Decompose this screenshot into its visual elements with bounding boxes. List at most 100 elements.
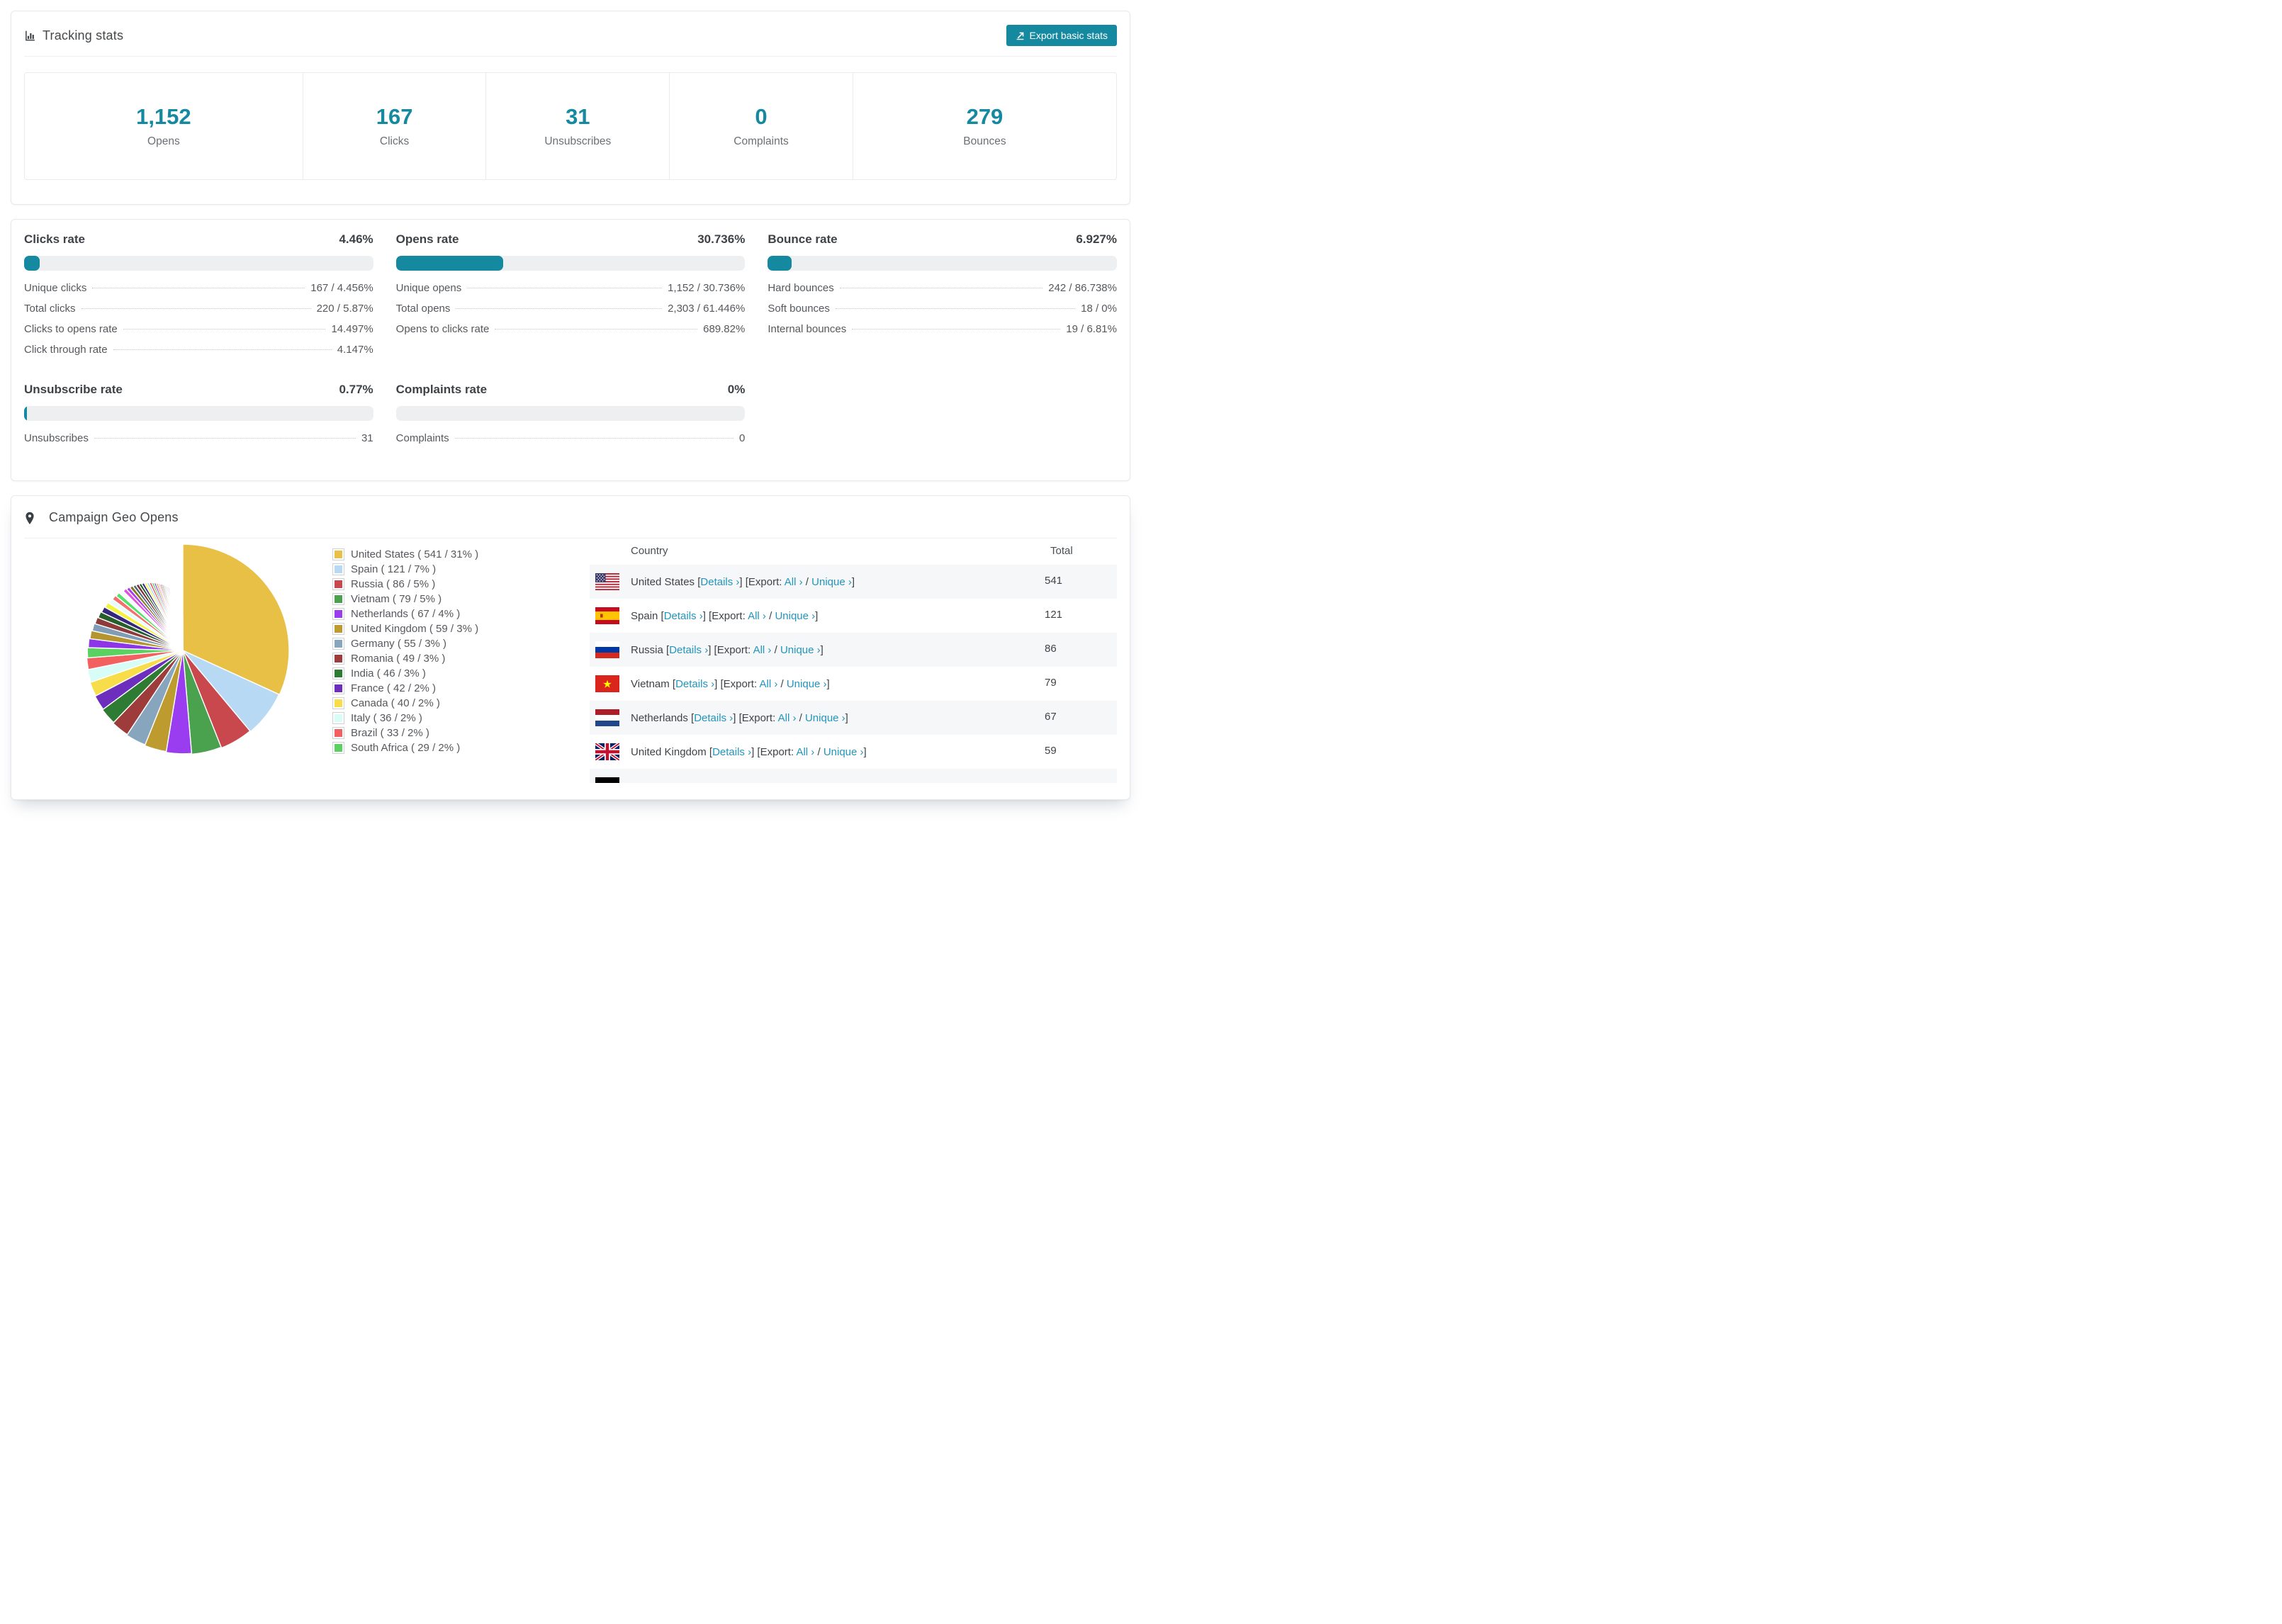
total-cell: 67 xyxy=(1045,711,1057,723)
rate-detail-label: Unsubscribes xyxy=(24,432,89,444)
legend-swatch xyxy=(332,667,344,680)
geo-pie-chart xyxy=(24,538,322,764)
export-unique-link[interactable]: Unique › xyxy=(805,712,845,724)
legend-label: Italy ( 36 / 2% ) xyxy=(351,712,422,724)
total-cell: 59 xyxy=(1045,745,1057,757)
campaign-geo-opens-card: Campaign Geo Opens United States ( 541 /… xyxy=(11,495,1130,800)
rate-title: Unsubscribe rate xyxy=(24,383,123,396)
total-column-header: Total xyxy=(1050,545,1073,557)
summary-stats-row: 1,152 Opens 167 Clicks 31 Unsubscribes 0 Compla… xyxy=(24,72,1117,180)
rate-detail-value: 14.497% xyxy=(331,323,373,335)
rate-detail-row: Clicks to opens rate 14.497% xyxy=(24,323,373,344)
rate-detail-row: Internal bounces 19 / 6.81% xyxy=(768,323,1117,344)
rate-detail-label: Opens to clicks rate xyxy=(395,323,490,335)
rate-detail-row: Opens to clicks rate 689.82% xyxy=(396,323,746,344)
legend-swatch xyxy=(332,712,344,724)
table-row xyxy=(590,769,1117,783)
dotted-leader xyxy=(94,438,356,439)
legend-label: Germany ( 55 / 3% ) xyxy=(351,638,447,650)
rate-progress-fill xyxy=(395,256,504,271)
export-all-link[interactable]: All › xyxy=(759,678,777,690)
legend-item: United States ( 541 / 31% ) xyxy=(332,547,573,562)
rate-progress-fill xyxy=(24,256,40,271)
rate-progress-track xyxy=(768,256,1117,271)
rate-detail-value: 689.82% xyxy=(703,323,746,335)
country-cell: Russia [Details ›] [Export: All › / Uniq… xyxy=(631,643,824,656)
legend-label: Romania ( 49 / 3% ) xyxy=(351,653,446,665)
details-link[interactable]: Details › xyxy=(694,712,733,724)
geo-legend: United States ( 541 / 31% ) Spain ( 121 /… xyxy=(332,547,573,755)
flag-de-icon xyxy=(595,777,619,783)
export-all-link[interactable]: All › xyxy=(785,576,803,588)
rate-detail-value: 167 / 4.456% xyxy=(310,282,373,294)
export-unique-link[interactable]: Unique › xyxy=(780,644,821,656)
rate-detail-row: Unique clicks 167 / 4.456% xyxy=(24,282,373,303)
rate-value: 30.736% xyxy=(697,232,746,246)
rates-empty-cell xyxy=(768,383,1117,453)
rate-title: Bounce rate xyxy=(768,232,838,246)
legend-swatch xyxy=(332,563,344,575)
export-unique-link[interactable]: Unique › xyxy=(811,576,852,588)
rate-progress-track xyxy=(395,256,746,271)
rate-detail-row: Unsubscribes 31 xyxy=(24,432,373,453)
details-link[interactable]: Details › xyxy=(712,746,751,758)
flag-es-icon xyxy=(595,607,619,624)
export-all-link[interactable]: All › xyxy=(748,610,766,622)
export-all-link[interactable]: All › xyxy=(778,712,797,724)
rate-detail-label: Total clicks xyxy=(24,303,76,315)
legend-label: Canada ( 40 / 2% ) xyxy=(351,697,440,709)
rate-detail-row: Hard bounces 242 / 86.738% xyxy=(768,282,1117,303)
legend-label: Netherlands ( 67 / 4% ) xyxy=(351,608,461,620)
rate-progress-track xyxy=(395,406,746,421)
svg-text:★: ★ xyxy=(602,679,612,691)
rate-title: Clicks rate xyxy=(24,232,85,246)
legend-swatch xyxy=(332,578,344,590)
export-unique-link[interactable]: Unique › xyxy=(787,678,827,690)
summary-cell-bounces: 279 Bounces xyxy=(853,73,1116,179)
details-link[interactable]: Details › xyxy=(675,678,714,690)
legend-label: France ( 42 / 2% ) xyxy=(351,682,437,694)
export-basic-stats-button[interactable]: Export basic stats xyxy=(1006,25,1117,46)
rate-detail-label: Clicks to opens rate xyxy=(24,323,118,335)
dotted-leader xyxy=(454,438,734,439)
legend-item: Brazil ( 33 / 2% ) xyxy=(332,726,573,740)
rate-detail-value: 19 / 6.81% xyxy=(1066,323,1117,335)
flag-nl-icon xyxy=(595,709,619,726)
flag-ru-icon xyxy=(595,641,619,658)
rate-value: 0% xyxy=(727,383,746,396)
summary-label: Complaints xyxy=(734,135,789,147)
details-link[interactable]: Details › xyxy=(664,610,703,622)
summary-cell-complaints: 0 Complaints xyxy=(670,73,853,179)
export-unique-link[interactable]: Unique › xyxy=(775,610,815,622)
rate-detail-value: 1,152 / 30.736% xyxy=(668,282,746,294)
legend-item: Russia ( 86 / 5% ) xyxy=(332,577,573,592)
total-cell: 541 xyxy=(1045,575,1063,587)
summary-label: Opens xyxy=(147,135,180,147)
legend-label: United Kingdom ( 59 / 3% ) xyxy=(351,623,479,635)
rates-bottom-row: Unsubscribe rate 0.77% Unsubscribes 31 Compl… xyxy=(24,383,1117,453)
export-all-link[interactable]: All › xyxy=(753,644,772,656)
rate-detail-value: 31 xyxy=(361,432,373,444)
legend-label: Brazil ( 33 / 2% ) xyxy=(351,727,429,739)
summary-label: Unsubscribes xyxy=(544,135,612,147)
details-link[interactable]: Details › xyxy=(669,644,708,656)
summary-label: Clicks xyxy=(379,135,410,147)
country-cell: United States [Details ›] [Export: All ›… xyxy=(631,575,855,588)
legend-swatch xyxy=(332,697,344,709)
legend-swatch xyxy=(332,653,344,665)
summary-cell-unsubscribes: 31 Unsubscribes xyxy=(486,73,670,179)
total-cell: 121 xyxy=(1045,609,1063,621)
legend-label: India ( 46 / 3% ) xyxy=(351,667,426,680)
country-cell: Vietnam [Details ›] [Export: All › / Uni… xyxy=(631,677,830,690)
details-link[interactable]: Details › xyxy=(700,576,739,588)
legend-item: Netherlands ( 67 / 4% ) xyxy=(332,607,573,621)
export-all-link[interactable]: All › xyxy=(796,746,814,758)
legend-swatch xyxy=(332,593,344,605)
legend-label: Russia ( 86 / 5% ) xyxy=(351,578,436,590)
rates-top-row: Clicks rate 4.46% Unique clicks 167 / 4.456… xyxy=(24,232,1117,364)
rate-block-unsubscribe: Unsubscribe rate 0.77% Unsubscribes 31 xyxy=(24,383,373,453)
geo-header: Campaign Geo Opens xyxy=(24,510,1117,525)
country-cell: Netherlands [Details ›] [Export: All › /… xyxy=(631,711,848,724)
table-row: United Kingdom [Details ›] [Export: All … xyxy=(590,735,1117,769)
export-unique-link[interactable]: Unique › xyxy=(824,746,864,758)
